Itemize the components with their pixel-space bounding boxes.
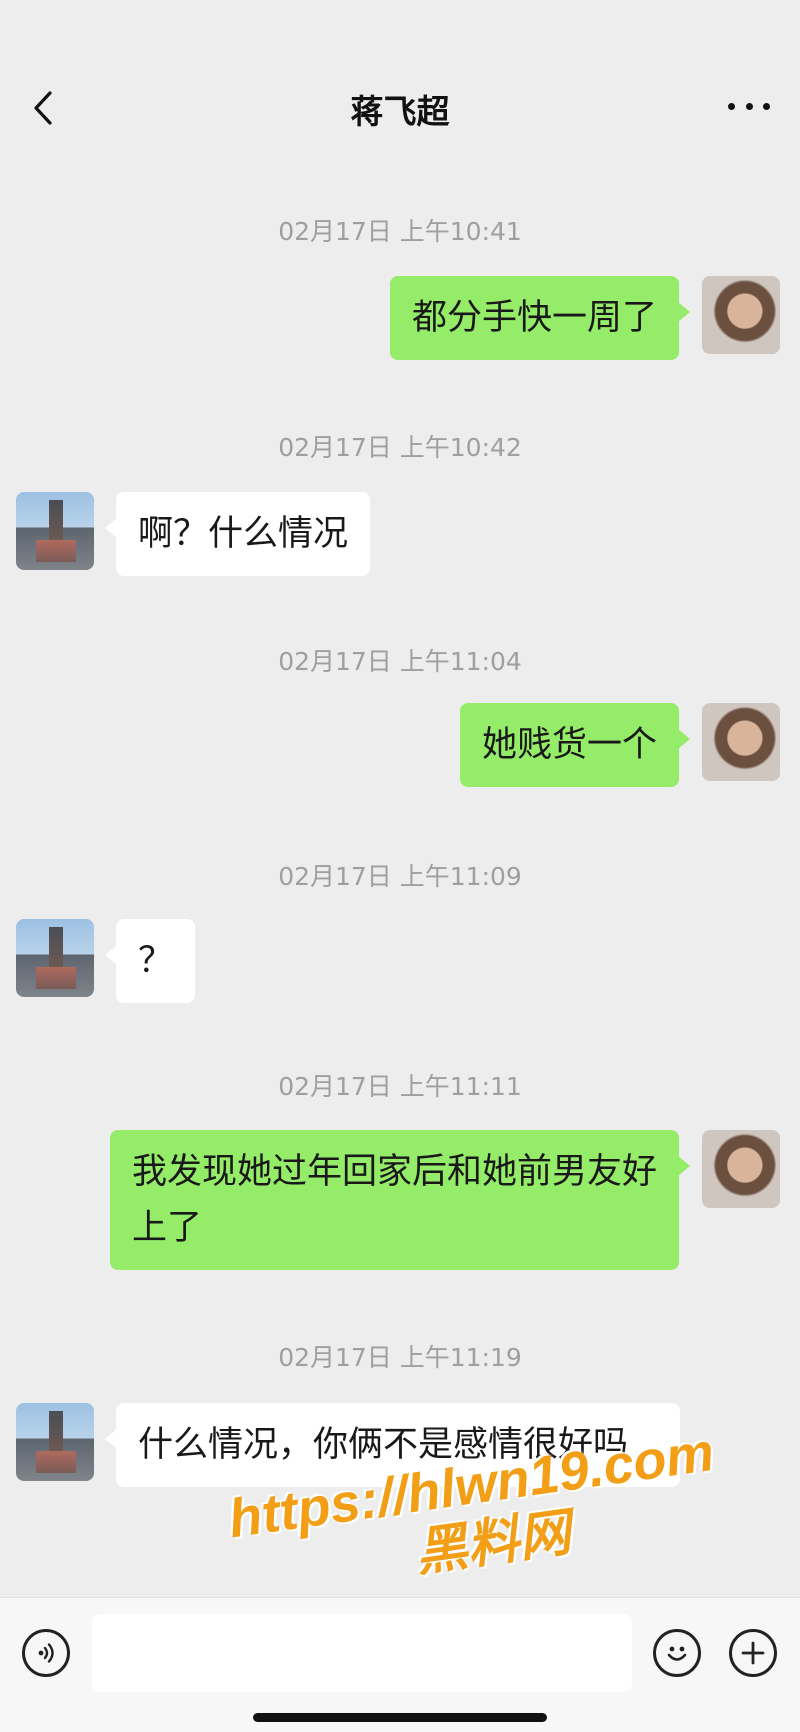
voice-button[interactable] (22, 1629, 70, 1677)
message-timestamp: 02月17日 上午11:04 (278, 647, 522, 676)
more-button[interactable] (728, 96, 770, 116)
message-bubble-sent[interactable]: 都分手快一周了 (389, 276, 691, 360)
contact-avatar[interactable] (16, 919, 94, 997)
home-indicator (253, 1713, 547, 1722)
my-avatar[interactable] (702, 276, 780, 354)
message-timestamp: 02月17日 上午10:42 (278, 433, 522, 462)
my-avatar[interactable] (702, 1130, 780, 1208)
message-bubble-sent[interactable]: 她贱货一个 (459, 703, 691, 787)
my-avatar[interactable] (702, 703, 780, 781)
message-input[interactable] (92, 1614, 632, 1692)
input-bar (0, 1597, 800, 1732)
message-timestamp: 02月17日 上午10:41 (278, 217, 522, 246)
message-timestamp: 02月17日 上午11:09 (278, 862, 522, 891)
plus-icon (741, 1641, 765, 1665)
voice-icon (38, 1643, 54, 1663)
message-bubble-received[interactable]: ？ (104, 919, 196, 1003)
chat-title: 蒋飞超 (350, 92, 450, 131)
message-timestamp: 02月17日 上午11:19 (278, 1343, 522, 1372)
contact-avatar[interactable] (16, 1403, 94, 1481)
message-bubble-received[interactable]: 啊？什么情况 (104, 492, 371, 576)
emoji-icon (667, 1646, 687, 1661)
plus-button[interactable] (729, 1629, 777, 1677)
contact-avatar[interactable] (16, 492, 94, 570)
chat-header: 蒋飞超 (0, 0, 800, 155)
more-dots-icon (728, 102, 735, 110)
emoji-button[interactable] (653, 1629, 701, 1677)
message-timestamp: 02月17日 上午11:11 (278, 1072, 522, 1101)
message-bubble-sent[interactable]: 我发现她过年回家后和她前男友好上了 (110, 1130, 690, 1270)
